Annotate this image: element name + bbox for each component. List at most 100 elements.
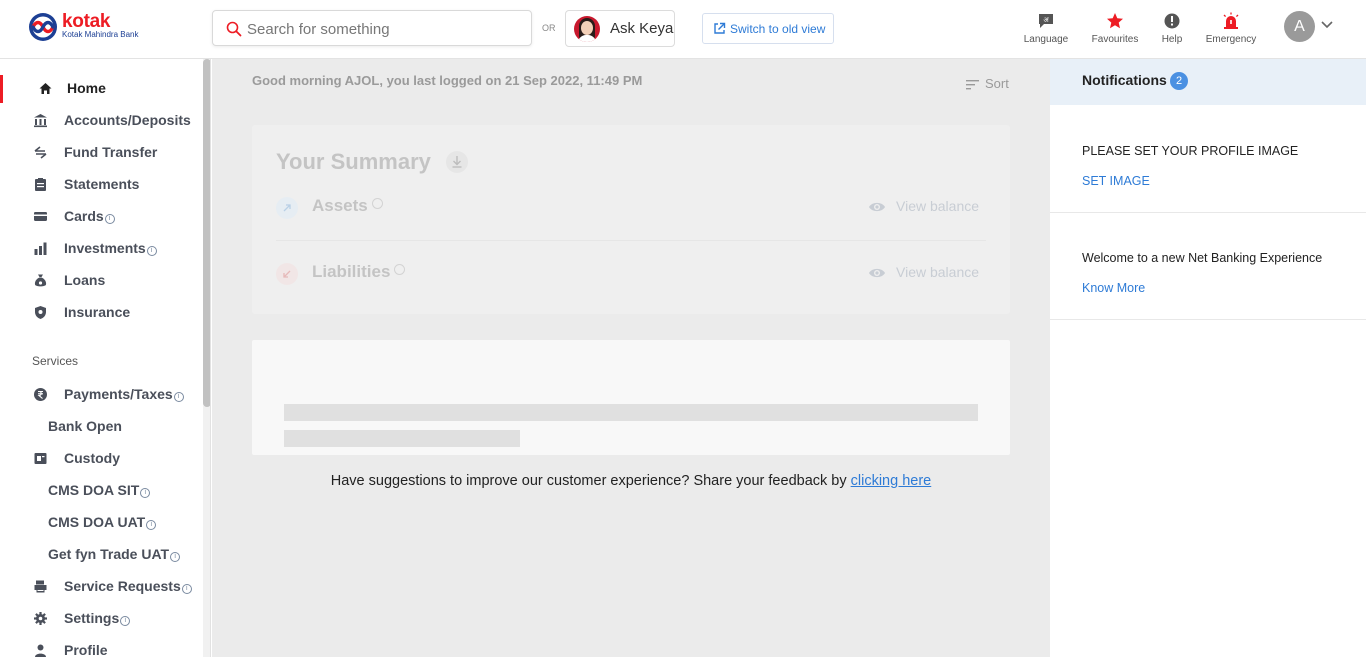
sidebar-item-insurance[interactable]: Insurance [0,299,203,327]
emergency-siren-icon [1223,12,1239,29]
view-balance-label: View balance [896,264,980,280]
sidebar-item-statements[interactable]: Statements [0,171,203,199]
sidebar-item-investments[interactable]: Investments i [0,235,203,263]
external-link-icon [714,22,726,34]
favourites-label: Favourites [1091,34,1139,45]
loading-placeholder-card [252,340,1010,455]
rupee-icon [34,388,47,401]
sidebar-item-profile[interactable]: Profile [0,637,203,657]
help-button[interactable]: Help [1155,10,1189,50]
liabilities-view-balance-button[interactable]: View balance [868,264,986,284]
sidebar-item-label: Fund Transfer [64,144,158,160]
sidebar-item-label: Loans [64,272,106,288]
notification-item: Welcome to a new Net Banking Experience … [1050,213,1366,320]
assets-row: Assets View balance [276,194,986,224]
info-icon[interactable]: i [173,392,184,402]
switch-to-old-view-button[interactable]: Switch to old view [702,13,834,44]
sidebar-item-bank-open[interactable]: Bank Open [0,413,203,441]
sidebar-item-home[interactable]: Home [0,75,203,103]
info-icon[interactable]: i [120,616,131,626]
know-more-link[interactable]: Know More [1082,281,1145,295]
info-icon[interactable] [371,198,383,209]
view-balance-label: View balance [896,198,980,214]
gear-icon [34,612,47,625]
feedback-link[interactable]: clicking here [851,473,932,489]
money-bag-icon [34,274,47,287]
download-icon[interactable] [446,151,468,173]
greeting-text: Good morning AJOL, you last logged on 21… [252,73,643,88]
sidebar-scrollbar-thumb[interactable] [203,59,210,407]
sidebar-item-fund-transfer[interactable]: Fund Transfer [0,139,203,167]
sidebar-item-accounts-deposits[interactable]: Accounts/Deposits [0,107,203,135]
sidebar-item-label: Get fyn Trade UAT i [48,546,181,562]
main-content: Good morning AJOL, you last logged on 21… [212,59,1050,657]
ask-keya-button[interactable]: Ask Keya [565,10,675,47]
chevron-down-icon[interactable] [1320,20,1334,30]
info-icon[interactable] [394,264,406,275]
notifications-header: Notifications 2 [1050,59,1366,105]
sort-button[interactable]: Sort [966,76,1014,94]
info-icon[interactable]: i [146,520,157,530]
sidebar-item-label: Profile [64,642,108,657]
sidebar-item-service-requests[interactable]: Service Requests i [0,573,203,601]
sidebar-item-payments-taxes[interactable]: Payments/Taxes i [0,381,203,409]
language-button[interactable]: अ Language [1021,10,1071,50]
printer-icon [34,580,47,593]
or-label: OR [542,23,556,33]
notifications-panel: Notifications 2 PLEASE SET YOUR PROFILE … [1050,59,1366,657]
sidebar-item-label: Custody [64,450,120,466]
person-icon [35,644,46,657]
set-image-link[interactable]: SET IMAGE [1082,174,1150,188]
keya-avatar [574,16,600,42]
sidebar-item-cms-doa-sit[interactable]: CMS DOA SIT i [0,477,203,505]
info-icon[interactable]: i [170,552,181,562]
sidebar-item-get-fyn-trade-uat[interactable]: Get fyn Trade UAT i [0,541,203,569]
user-avatar[interactable]: A [1284,11,1315,42]
star-icon [1107,13,1123,29]
sort-label: Sort [985,76,1009,91]
sidebar-nav: Home Accounts/Deposits Fund Transfer Sta… [0,59,211,657]
sidebar-item-label: Insurance [64,304,131,320]
emergency-button[interactable]: Emergency [1203,10,1259,50]
sidebar-item-label: CMS DOA SIT i [48,482,151,498]
favourites-button[interactable]: Favourites [1088,10,1142,50]
sidebar-item-cms-doa-uat[interactable]: CMS DOA UAT i [0,509,203,537]
kotak-logo-icon [29,13,57,41]
svg-text:अ: अ [1043,16,1049,24]
skeleton-line [284,404,978,421]
sidebar-item-label: Accounts/Deposits [64,112,191,128]
sidebar-item-label: Investments i [64,240,157,256]
sidebar-item-label: Cards i [64,208,115,224]
sidebar-item-label: Statements [64,176,140,192]
sidebar-item-label: CMS DOA UAT i [48,514,157,530]
help-label: Help [1161,34,1183,45]
info-icon[interactable]: i [140,488,151,498]
services-section-label: Services [32,354,79,368]
notifications-count-badge: 2 [1170,72,1188,90]
switch-view-label: Switch to old view [730,22,826,36]
liabilities-row: Liabilities View balance [276,260,986,290]
language-icon: अ [1039,14,1053,28]
info-icon[interactable]: i [104,214,115,224]
search-input[interactable] [247,17,517,41]
skeleton-line [284,430,520,447]
bank-icon [34,114,47,128]
summary-title: Your Summary [276,149,431,174]
sidebar-item-custody[interactable]: Custody [0,445,203,473]
sidebar-item-loans[interactable]: Loans [0,267,203,295]
sidebar-item-label: Service Requests i [64,578,192,594]
sidebar-item-settings[interactable]: Settings i [0,605,203,633]
help-icon [1164,13,1180,29]
feedback-text: Have suggestions to improve our customer… [330,473,932,489]
notification-text: PLEASE SET YOUR PROFILE IMAGE [1082,144,1299,158]
language-label: Language [1023,34,1069,45]
info-icon[interactable]: i [146,246,157,256]
info-icon[interactable]: i [181,584,192,594]
notifications-title: Notifications [1082,72,1167,88]
eye-icon [869,268,885,278]
kotak-logo[interactable]: kotak Kotak Mahindra Bank [27,11,157,45]
sidebar-item-cards[interactable]: Cards i [0,203,203,231]
search-box[interactable] [212,10,532,46]
assets-view-balance-button[interactable]: View balance [868,198,986,218]
summary-card: Your Summary Assets View balance Liabili… [252,125,1010,314]
